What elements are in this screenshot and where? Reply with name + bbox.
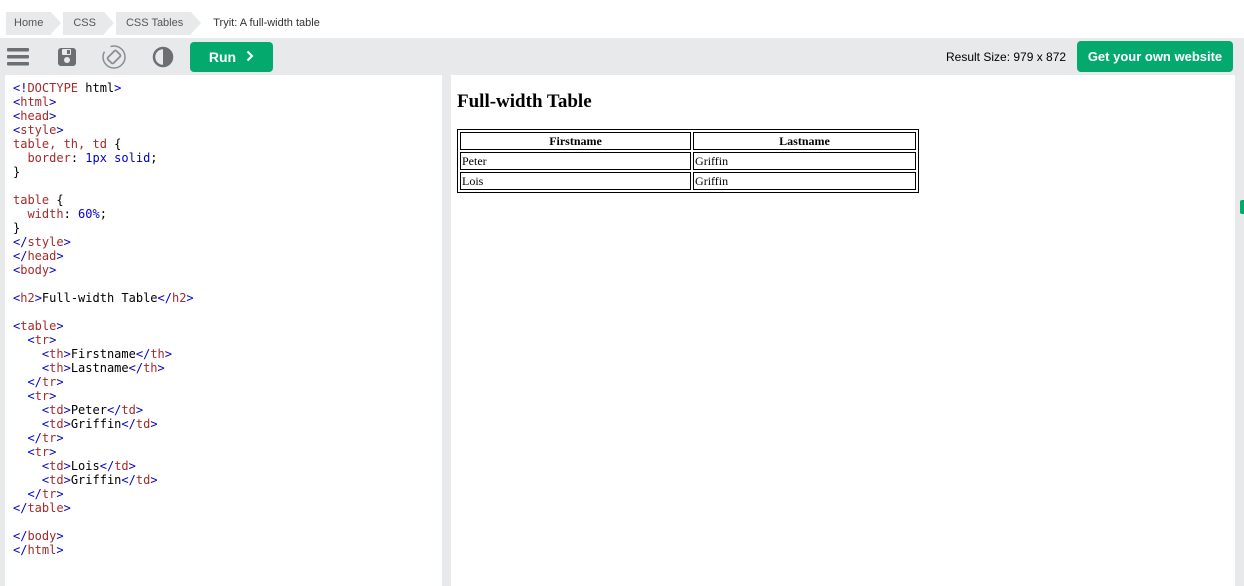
code-line: <td>Peter</td> (41, 403, 144, 417)
code-line: <!DOCTYPE html> (13, 81, 122, 95)
code-line: </tr> (27, 375, 64, 389)
code-line: <th>Lastname</th> (41, 361, 165, 375)
code-line: <h2>Full-width Table</h2> (13, 291, 194, 305)
result-size: Result Size: 979 x 872 (946, 50, 1067, 64)
run-button[interactable]: Run (190, 42, 273, 72)
code-line: table, th, td { (13, 137, 122, 151)
breadcrumb-home[interactable]: Home (6, 12, 62, 35)
code-line: <tr> (27, 445, 57, 459)
code-line: } (13, 221, 21, 235)
code-line: <head> (13, 109, 57, 123)
table-header-row: Firstname Lastname (460, 132, 916, 150)
table-cell: Lois (460, 172, 692, 190)
save-icon[interactable] (54, 44, 80, 70)
scrollbar[interactable] (1235, 75, 1244, 586)
code-line: </body> (13, 529, 64, 543)
code-line: <th>Firstname</th> (41, 347, 172, 361)
code-line: <tr> (27, 333, 57, 347)
code-line: <table> (13, 319, 64, 333)
code-line: </tr> (27, 431, 64, 445)
table-cell: Peter (460, 152, 692, 170)
get-your-own-website-button[interactable]: Get your own website (1077, 41, 1233, 72)
code-line: <tr> (27, 389, 57, 403)
table-row: Peter Griffin (460, 152, 916, 170)
code-line: </html> (13, 543, 64, 557)
code-line: } (13, 165, 21, 179)
code-line: <td>Lois</td> (41, 459, 136, 473)
table-header-cell: Firstname (460, 132, 692, 150)
table-cell: Griffin (693, 152, 916, 170)
menu-icon[interactable] (5, 44, 31, 70)
code-editor[interactable]: <!DOCTYPE html> <html> <head> <style> ta… (5, 75, 442, 586)
code-line: <td>Griffin</td> (41, 417, 158, 431)
code-line: </style> (13, 235, 71, 249)
code-line: <style> (13, 123, 64, 137)
contrast-icon[interactable] (150, 44, 176, 70)
panel-resize-handle[interactable] (442, 75, 451, 586)
code-line: </head> (13, 249, 64, 263)
scroll-indicator (1240, 200, 1244, 214)
code-line: </tr> (27, 487, 64, 501)
rotate-icon[interactable] (101, 44, 127, 70)
code-line: width: 60%; (27, 207, 107, 221)
table-row: Lois Griffin (460, 172, 916, 190)
chevron-right-icon (246, 49, 254, 65)
result-heading: Full-width Table (457, 91, 592, 112)
breadcrumb-current: Tryit: A full-width table (213, 17, 320, 29)
code-line: <body> (13, 263, 57, 277)
breadcrumb-css[interactable]: CSS (63, 12, 114, 35)
breadcrumb: Home CSS CSS Tables Tryit: A full-width … (0, 0, 1244, 38)
code-line: <html> (13, 95, 57, 109)
code-line: border: 1px solid; (27, 151, 158, 165)
run-button-label: Run (208, 49, 237, 65)
code-line: </table> (13, 501, 71, 515)
code-line: table { (13, 193, 64, 207)
table-header-cell: Lastname (693, 132, 916, 150)
breadcrumb-css-tables[interactable]: CSS Tables (115, 12, 202, 35)
result-table: Firstname Lastname Peter Griffin Lois Gr… (457, 129, 919, 193)
code-line: <td>Griffin</td> (41, 473, 158, 487)
table-cell: Griffin (693, 172, 916, 190)
